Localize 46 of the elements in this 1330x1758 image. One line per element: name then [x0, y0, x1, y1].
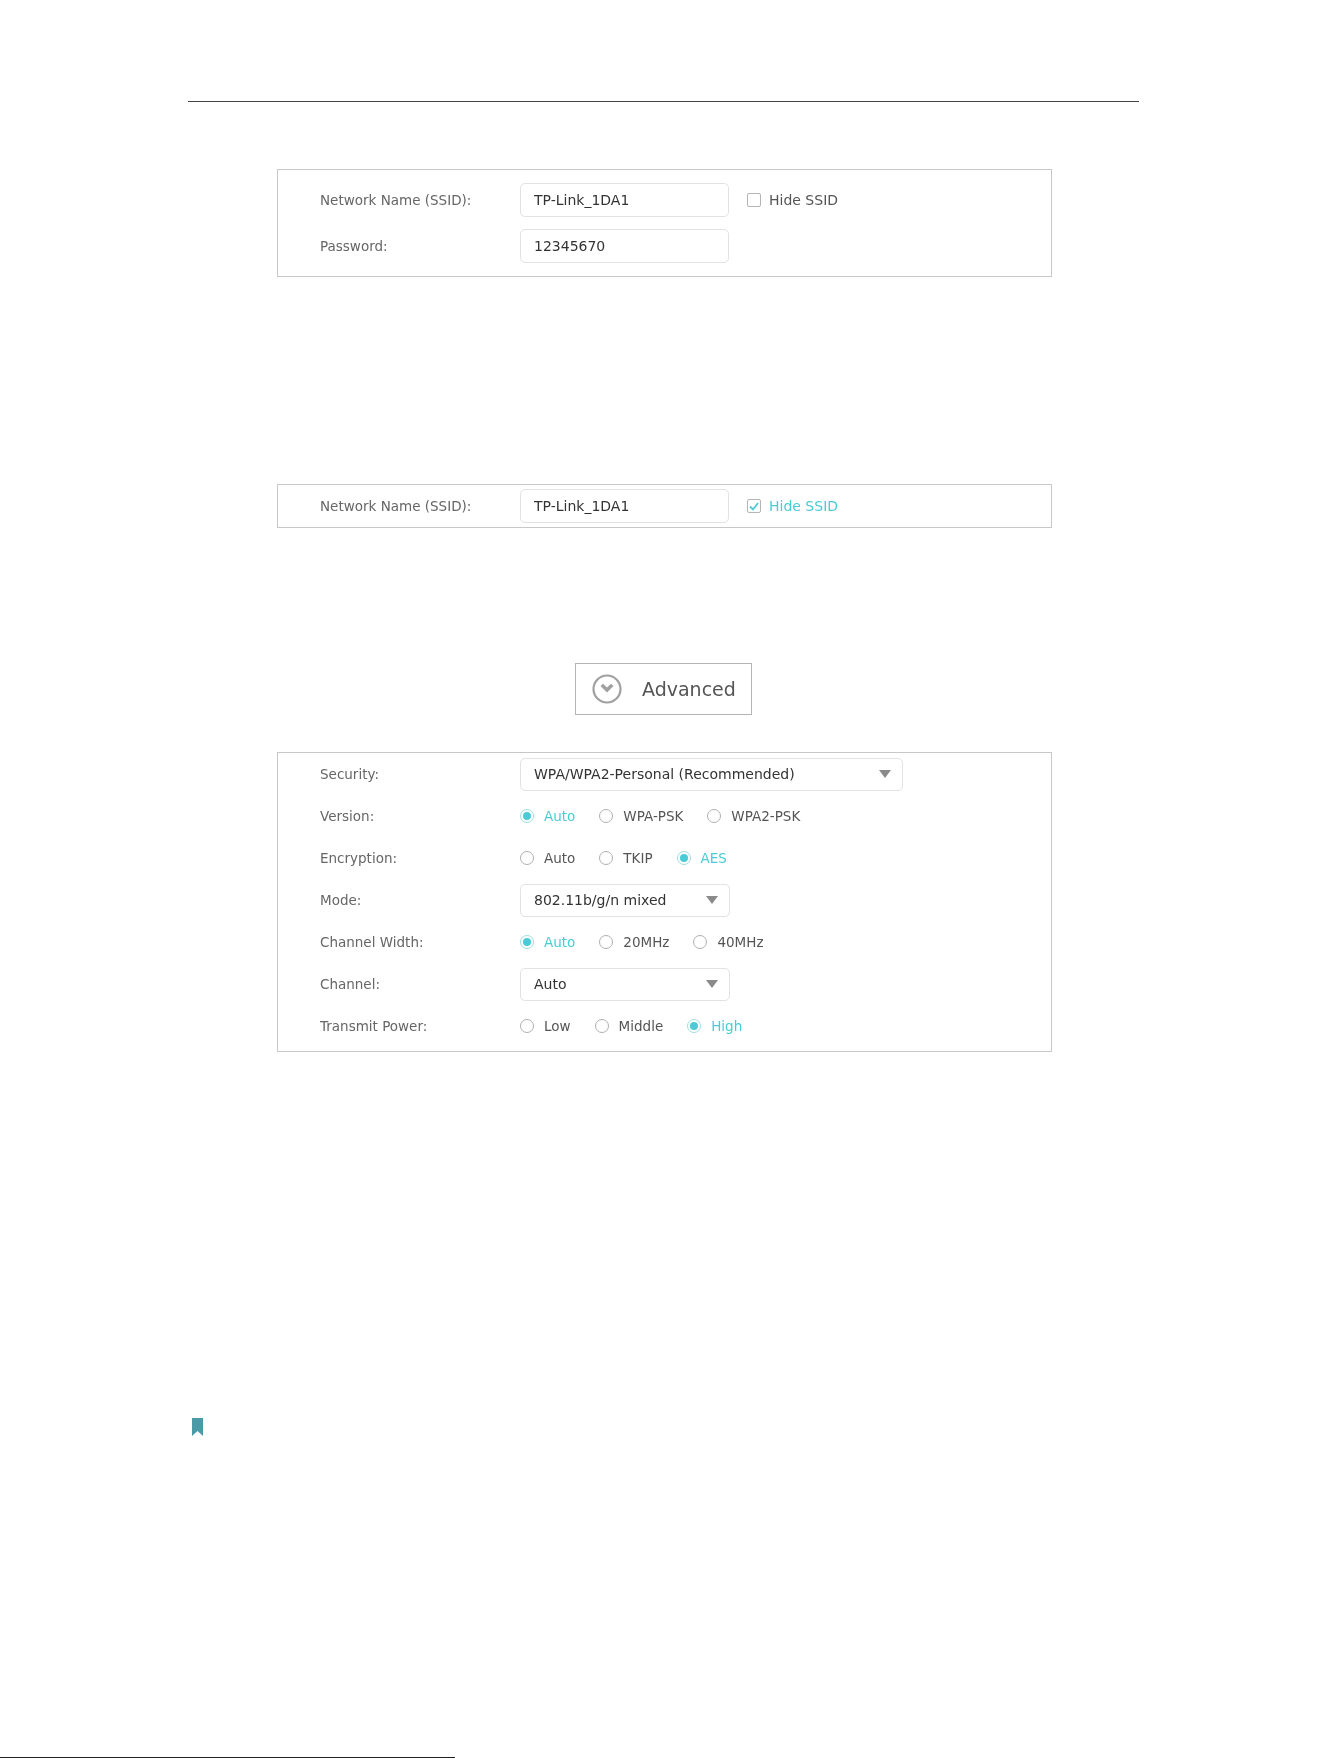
- checkbox[interactable]: [747, 499, 761, 513]
- field-label: Network Name (SSID):: [320, 498, 473, 514]
- checkbox[interactable]: [747, 193, 761, 207]
- radio-option[interactable]: 40MHz: [693, 934, 764, 950]
- radio-button[interactable]: [520, 809, 534, 823]
- radio-button[interactable]: [676, 851, 691, 865]
- radio-button[interactable]: [520, 1019, 534, 1033]
- field-label: Transmit Power:: [320, 1018, 429, 1034]
- advanced-button[interactable]: Advanced: [575, 663, 752, 715]
- caret-icon: [706, 896, 718, 904]
- radio-button[interactable]: [599, 935, 614, 949]
- chevron-down-circle-icon: [592, 674, 622, 704]
- dropdown-select[interactable]: WPA/WPA2-Personal (Recommended): [520, 757, 903, 791]
- radio-button[interactable]: [687, 1019, 702, 1033]
- text-input[interactable]: TP-Link_1DA1: [520, 183, 729, 217]
- radio-option[interactable]: Middle: [594, 1018, 664, 1034]
- checkbox-option[interactable]: Hide SSID: [747, 192, 839, 208]
- text-input[interactable]: TP-Link_1DA1: [520, 489, 729, 523]
- radio-option[interactable]: WPA-PSK: [599, 808, 684, 824]
- radio-button[interactable]: [520, 935, 534, 949]
- text-input[interactable]: 12345670: [520, 229, 729, 263]
- radio-option[interactable]: WPA2-PSK: [707, 808, 801, 824]
- dropdown-select[interactable]: 802.11b/g/n mixed: [520, 883, 730, 917]
- radio-button[interactable]: [707, 809, 722, 823]
- field-label: Encryption:: [320, 850, 399, 866]
- field-label: Password:: [320, 238, 389, 254]
- field-label: Version:: [320, 808, 376, 824]
- radio-button[interactable]: [693, 935, 708, 949]
- caret-icon: [706, 980, 718, 988]
- radio-option[interactable]: Auto: [520, 850, 576, 866]
- field-label: Channel:: [320, 976, 381, 992]
- caret-icon: [879, 770, 891, 778]
- radio-option[interactable]: Low: [520, 1018, 571, 1034]
- field-label: Network Name (SSID):: [320, 192, 473, 208]
- radio-button[interactable]: [520, 851, 534, 865]
- radio-button[interactable]: [599, 851, 614, 865]
- bookmark-icon: [192, 1418, 203, 1436]
- radio-button[interactable]: [594, 1019, 609, 1033]
- dropdown-select[interactable]: Auto: [520, 967, 730, 1001]
- radio-button[interactable]: [599, 809, 614, 823]
- radio-option[interactable]: TKIP: [599, 850, 653, 866]
- tick-icon: [749, 501, 759, 511]
- radio-option[interactable]: 20MHz: [599, 934, 670, 950]
- field-label: Channel Width:: [320, 934, 425, 950]
- field-label: Security:: [320, 766, 380, 782]
- field-label: Mode:: [320, 892, 363, 908]
